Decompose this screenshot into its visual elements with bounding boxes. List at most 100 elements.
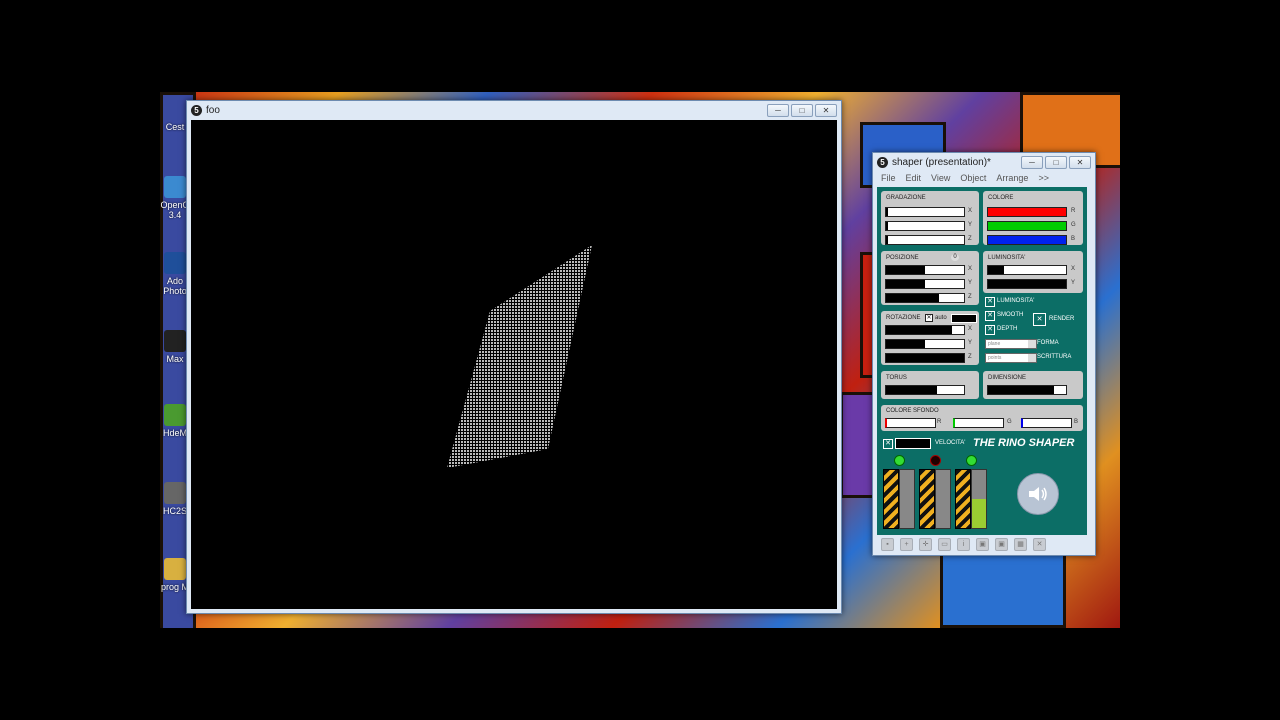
max-icon — [164, 330, 186, 352]
sfondo-g-slider[interactable] — [953, 418, 1004, 428]
shaper-window: 5 shaper (presentation)* ─ □ ✕ File Edit… — [872, 152, 1096, 556]
rotazione-y-slider[interactable] — [885, 339, 965, 349]
menu-file[interactable]: File — [881, 173, 896, 183]
rotazione-label: ROTAZIONE — [886, 315, 921, 321]
menu-arrange[interactable]: Arrange — [996, 173, 1028, 183]
axis-label: R — [1071, 208, 1076, 214]
rotazione-x-slider[interactable] — [885, 325, 965, 335]
gradazione-y-slider[interactable] — [885, 221, 965, 231]
posizione-y-slider[interactable] — [885, 279, 965, 289]
render-canvas[interactable] — [191, 120, 837, 609]
depth-checkbox[interactable]: ✕ — [985, 325, 995, 335]
luminosita-y-slider[interactable] — [987, 279, 1067, 289]
add-icon[interactable]: + — [900, 537, 913, 551]
speaker-icon — [1029, 487, 1047, 501]
scrittura-select[interactable]: points — [985, 353, 1037, 363]
foo-window: 5 foo ─ □ ✕ — [186, 100, 842, 614]
lock-icon[interactable]: ▪ — [881, 537, 894, 551]
tree-icon — [164, 404, 186, 426]
minimize-button[interactable]: ─ — [767, 103, 789, 117]
colore-g-slider[interactable] — [987, 221, 1067, 231]
foo-titlebar[interactable]: 5 foo ─ □ ✕ — [187, 101, 841, 119]
luminosita-x-slider[interactable] — [987, 265, 1067, 275]
forma-select[interactable]: plane — [985, 339, 1037, 349]
velocita-checkbox[interactable]: ✕ — [883, 439, 893, 449]
torus-label: TORUS — [886, 375, 907, 381]
gradazione-z-slider[interactable] — [885, 235, 965, 245]
brand-title: THE RINO SHAPER — [973, 437, 1075, 449]
auto-checkbox[interactable]: ✕ — [925, 314, 933, 322]
gradazione-label: GRADAZIONE — [886, 195, 926, 201]
axis-label: B — [1074, 419, 1079, 425]
grid-icon[interactable]: ▦ — [1014, 537, 1027, 551]
render-check-label: RENDER — [1049, 316, 1075, 322]
message-icon[interactable]: ▭ — [938, 537, 951, 551]
posizione-z-slider[interactable] — [885, 293, 965, 303]
luminosita-checkbox[interactable]: ✕ — [985, 297, 995, 307]
info-icon[interactable]: i — [957, 537, 970, 551]
openoffice-icon — [164, 176, 186, 198]
colore-r-slider[interactable] — [987, 207, 1067, 217]
axis-label: G — [1071, 222, 1076, 228]
maximize-button[interactable]: □ — [1045, 155, 1067, 169]
minimize-button[interactable]: ─ — [1021, 155, 1043, 169]
rotazione-z-slider[interactable] — [885, 353, 965, 363]
window-alt-icon[interactable]: ▣ — [995, 537, 1008, 551]
close-x-icon[interactable]: ✕ — [1033, 537, 1046, 551]
sfondo-b-slider[interactable] — [1021, 418, 1072, 428]
window-title: shaper (presentation)* — [892, 156, 991, 168]
axis-label: B — [1071, 236, 1076, 242]
dimensione-slider[interactable] — [987, 385, 1067, 395]
window-icon[interactable]: ▣ — [976, 537, 989, 551]
sfondo-r-slider[interactable] — [885, 418, 936, 428]
fader-hazard[interactable] — [919, 469, 935, 529]
app-logo-icon: 5 — [877, 156, 888, 168]
app-logo-icon: 5 — [191, 104, 202, 116]
posizione-x-slider[interactable] — [885, 265, 965, 275]
menu-more[interactable]: >> — [1038, 173, 1049, 183]
axis-label: X — [968, 208, 973, 214]
menu-edit[interactable]: Edit — [906, 173, 922, 183]
axis-label: X — [1071, 266, 1076, 272]
photoshop-icon — [164, 252, 186, 274]
posizione-group: POSIZIONE 0 X Y Z — [881, 251, 979, 305]
led-indicator — [894, 455, 905, 466]
luminosita-group: LUMINOSITA' X Y — [983, 251, 1083, 293]
close-button[interactable]: ✕ — [1069, 155, 1091, 169]
colore-b-slider[interactable] — [987, 235, 1067, 245]
render-checkbox[interactable]: ✕ — [1033, 313, 1046, 326]
velocita-field[interactable] — [895, 438, 931, 449]
led-indicator — [966, 455, 977, 466]
menu-object[interactable]: Object — [960, 173, 986, 183]
fader-track[interactable] — [935, 469, 951, 529]
fader-hazard[interactable] — [955, 469, 971, 529]
scrittura-label: SCRITTURA — [1037, 354, 1072, 360]
torus-slider[interactable] — [885, 385, 965, 395]
axis-label: Z — [968, 354, 972, 360]
gradazione-x-slider[interactable] — [885, 207, 965, 217]
forma-label: FORMA — [1037, 340, 1059, 346]
speaker-button[interactable] — [1017, 473, 1059, 515]
window-title: foo — [206, 104, 220, 116]
colore-sfondo-group: COLORE SFONDO R G B — [881, 405, 1083, 431]
menu-bar: File Edit View Object Arrange >> — [873, 171, 1095, 185]
smooth-checkbox[interactable]: ✕ — [985, 311, 995, 321]
menu-view[interactable]: View — [931, 173, 950, 183]
shaper-titlebar[interactable]: 5 shaper (presentation)* ─ □ ✕ — [873, 153, 1095, 171]
dimensione-label: DIMENSIONE — [988, 375, 1027, 381]
move-icon[interactable]: ✛ — [919, 537, 932, 551]
trash-icon — [164, 98, 186, 120]
axis-label: G — [1007, 419, 1012, 425]
depth-check-label: DEPTH — [997, 326, 1018, 332]
colore-group: COLORE R G B — [983, 191, 1083, 245]
auto-speed-field[interactable] — [951, 314, 977, 323]
torus-group: TORUS — [881, 371, 979, 399]
maximize-button[interactable]: □ — [791, 103, 813, 117]
colore-sfondo-label: COLORE SFONDO — [886, 408, 939, 414]
level-meter — [971, 469, 987, 529]
fader-hazard[interactable] — [883, 469, 899, 529]
posizione-reset-button[interactable]: 0 — [951, 254, 959, 261]
rotazione-group: ROTAZIONE ✕ auto X Y Z — [881, 311, 979, 365]
fader-track[interactable] — [899, 469, 915, 529]
close-button[interactable]: ✕ — [815, 103, 837, 117]
